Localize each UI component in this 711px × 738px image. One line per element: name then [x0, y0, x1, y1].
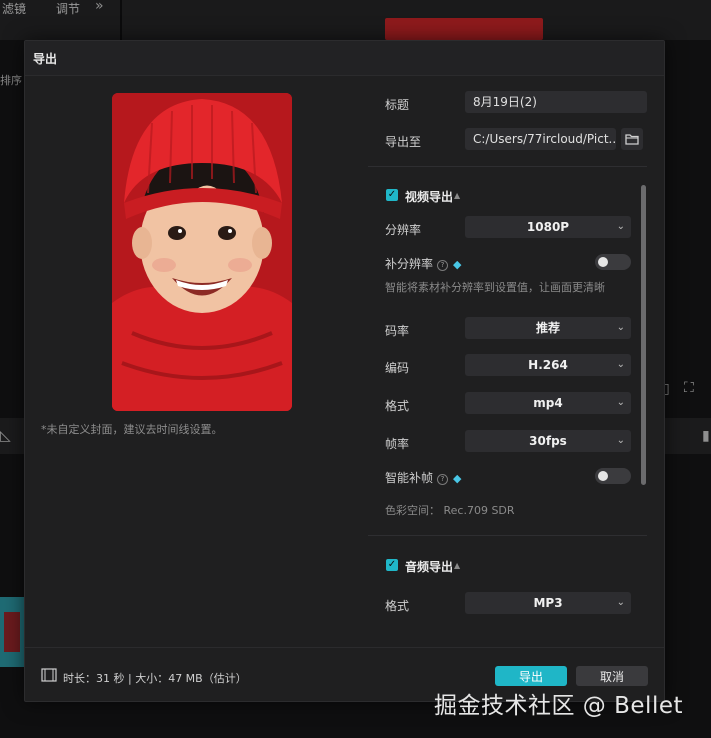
super-resolution-toggle[interactable] [595, 254, 631, 270]
bitrate-label: 码率 [385, 324, 410, 338]
toggle-knob [598, 257, 608, 267]
smart-frame-text: 智能补帧 [385, 471, 434, 485]
vip-diamond-icon: ◆ [453, 258, 462, 271]
framerate-label: 帧率 [385, 437, 410, 451]
divider [368, 535, 647, 536]
video-export-checkbox[interactable]: ✓ [386, 189, 398, 201]
settings-scrollbar[interactable] [641, 185, 646, 485]
audio-export-checkbox[interactable]: ✓ [386, 559, 398, 571]
codec-select[interactable]: H.264 ⌄ [465, 354, 631, 376]
bitrate-value: 推荐 [535, 321, 560, 335]
video-section-title: 视频导出 [405, 190, 454, 204]
chevron-down-icon: ⌄ [616, 221, 625, 232]
dialog-header: 导出 [25, 41, 664, 76]
film-icon [41, 668, 57, 682]
double-chevron-icon[interactable]: » [95, 0, 104, 14]
browse-folder-button[interactable] [621, 128, 643, 150]
export-info: 时长：31 秒 | 大小：47 MB（估计） [63, 672, 247, 685]
super-resolution-label: 补分辨率? ◆ [385, 255, 461, 272]
cover-note: *未自定义封面，建议去时间线设置。 [41, 423, 223, 436]
audio-format-label: 格式 [385, 599, 410, 613]
super-resolution-text: 补分辨率 [385, 257, 434, 271]
export-button[interactable]: 导出 [495, 666, 567, 686]
codec-label: 编码 [385, 361, 410, 375]
help-icon[interactable]: ? [437, 474, 449, 485]
bitrate-select[interactable]: 推荐 ⌄ [465, 317, 631, 339]
export-to-label: 导出至 [385, 135, 422, 149]
format-select[interactable]: mp4 ⌄ [465, 392, 631, 414]
codec-value: H.264 [528, 358, 568, 372]
vip-diamond-icon: ◆ [453, 472, 462, 485]
audio-section-title: 音频导出 [405, 560, 454, 574]
export-dialog: 导出 *未自定义封面，建议去时间线设置。 标题 8月19日(2) 导出至 C:/… [24, 40, 665, 702]
color-space-info: 色彩空间： Rec.709 SDR [385, 504, 515, 517]
collapse-caret-icon[interactable]: ▲ [454, 561, 460, 570]
fullscreen-icon[interactable]: ⛶ [684, 380, 694, 396]
footer-divider [25, 647, 664, 648]
format-value: mp4 [533, 396, 563, 410]
tab-filter[interactable]: 滤镜 [2, 0, 26, 17]
player-preview-thumb [385, 18, 543, 40]
chevron-down-icon: ⌄ [616, 322, 625, 333]
divider [368, 166, 647, 167]
super-resolution-hint: 智能将素材补分辨率到设置值，让画面更清晰 [385, 281, 605, 294]
smart-frame-label: 智能补帧? ◆ [385, 469, 461, 486]
panel-divider [120, 0, 122, 40]
cancel-button[interactable]: 取消 [576, 666, 648, 686]
audio-format-value: MP3 [533, 596, 563, 610]
sort-label: 排序 [0, 74, 22, 87]
folder-icon [625, 134, 639, 145]
framerate-value: 30fps [529, 434, 567, 448]
chevron-down-icon: ⌄ [616, 359, 625, 370]
toggle-knob [598, 471, 608, 481]
chevron-down-icon: ⌄ [616, 435, 625, 446]
smart-frame-toggle[interactable] [595, 468, 631, 484]
help-icon[interactable]: ? [437, 260, 449, 271]
chevron-down-icon: ⌄ [616, 597, 625, 608]
watermark: 掘金技术社区 @ Bellet [434, 693, 683, 719]
title-input[interactable] [465, 91, 647, 113]
resolution-value: 1080P [526, 220, 570, 234]
editor-top-bar [0, 0, 711, 40]
cover-preview[interactable] [112, 93, 292, 411]
format-label: 格式 [385, 399, 410, 413]
collapse-caret-icon[interactable]: ▲ [454, 191, 460, 200]
dialog-title: 导出 [33, 52, 58, 66]
split-icon[interactable]: ◺ [0, 428, 11, 444]
tab-adjust[interactable]: 调节 [56, 0, 80, 17]
cover-image [112, 93, 292, 411]
timeline-clip-thumb [4, 612, 20, 652]
export-path-field[interactable]: C:/Users/77ircloud/Pict... [465, 128, 616, 150]
framerate-select[interactable]: 30fps ⌄ [465, 430, 631, 452]
mic-icon[interactable]: ▮ [702, 428, 710, 444]
audio-format-select[interactable]: MP3 ⌄ [465, 592, 631, 614]
chevron-down-icon: ⌄ [616, 397, 625, 408]
title-label: 标题 [385, 98, 410, 112]
resolution-select[interactable]: 1080P ⌄ [465, 216, 631, 238]
resolution-label: 分辨率 [385, 223, 422, 237]
